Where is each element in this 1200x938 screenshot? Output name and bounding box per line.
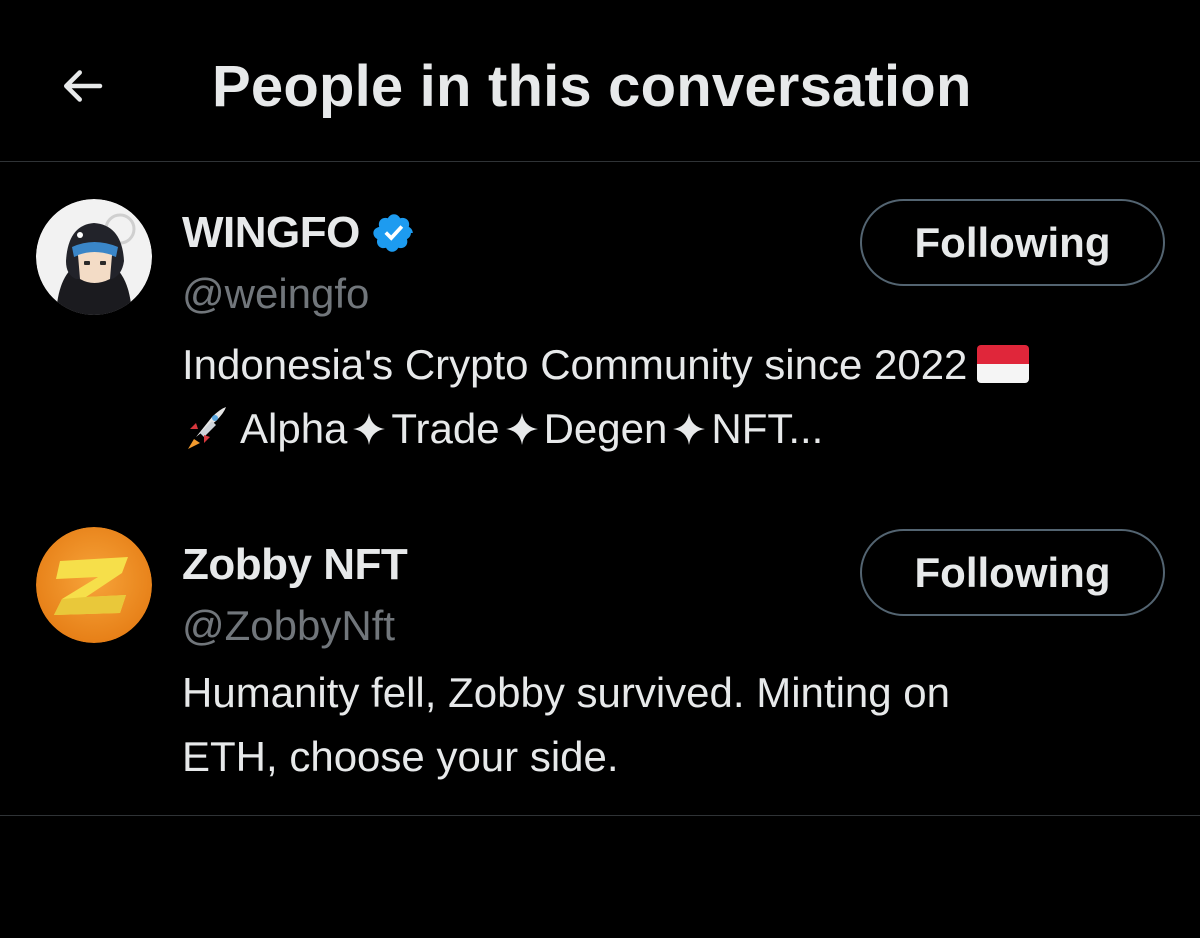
indonesia-flag-icon [977,345,1030,383]
user-cell[interactable]: Zobby NFT @ZobbyNft Following Humanity f… [0,493,1200,816]
user-handle: @ZobbyNft [182,602,396,649]
verified-badge-icon [373,214,413,252]
bio-line: Alpha Trade Degen NFT... [182,397,1172,461]
bio-line: Humanity fell, Zobby survived. Minting o… [182,669,950,716]
top-bar: People in this conversation [0,0,1200,162]
back-button[interactable] [48,52,116,120]
avatar[interactable] [36,527,152,643]
name-line: WINGFO [182,207,416,259]
user-bio: Indonesia's Crypto Community since 2022 … [182,333,1172,461]
sparkle-icon [673,413,706,445]
following-button[interactable]: Following [860,199,1165,286]
user-cell[interactable]: WINGFO @weingfo Following Indonesia's Cr… [0,163,1200,493]
name-line: Zobby NFT [182,539,408,591]
display-name[interactable]: WINGFO [182,207,360,259]
display-name[interactable]: Zobby NFT [182,539,408,591]
user-bio: Humanity fell, Zobby survived. Minting o… [182,661,1172,789]
rocket-icon [188,407,226,449]
bio-line: Indonesia's Crypto Community since 2022 [182,333,1172,397]
page-title: People in this conversation [212,54,972,119]
sparkle-icon [505,413,538,445]
sparkle-icon [353,413,386,445]
user-handle: @weingfo [182,270,370,317]
arrow-left-icon [64,70,103,102]
following-button[interactable]: Following [860,529,1165,616]
bio-line: ETH, choose your side. [182,733,619,780]
z-logo-avatar [36,527,152,643]
hooded-character-avatar [36,199,152,315]
avatar[interactable] [36,199,152,315]
